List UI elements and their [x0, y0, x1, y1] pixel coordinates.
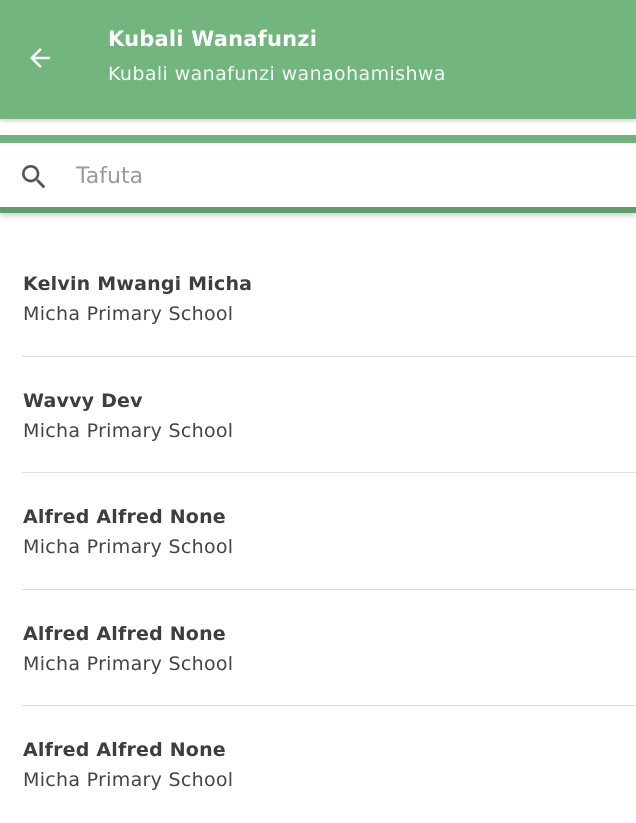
app-bar: Kubali Wanafunzi Kubali wanafunzi wanaoh… — [0, 0, 636, 119]
student-list: Kelvin Mwangi Micha Micha Primary School… — [0, 240, 636, 823]
list-item[interactable]: Kelvin Mwangi Micha Micha Primary School — [0, 240, 636, 357]
student-name: Alfred Alfred None — [23, 622, 226, 645]
list-item[interactable]: Alfred Alfred None Micha Primary School — [0, 590, 636, 706]
list-item[interactable]: Alfred Alfred None Micha Primary School — [0, 473, 636, 590]
list-item[interactable]: Wavvy Dev Micha Primary School — [0, 357, 636, 473]
school-name: Micha Primary School — [23, 769, 234, 791]
search-icon[interactable] — [18, 161, 50, 193]
student-name: Alfred Alfred None — [23, 506, 226, 528]
arrow-left-icon — [30, 48, 50, 68]
student-name: Wavvy Dev — [23, 389, 143, 412]
list-item[interactable]: Alfred Alfred None Micha Primary School — [0, 706, 636, 823]
page-subtitle: Kubali wanafunzi wanaohamishwa — [108, 63, 446, 85]
back-button[interactable] — [14, 32, 66, 84]
student-name: Alfred Alfred None — [23, 739, 226, 761]
school-name: Micha Primary School — [23, 652, 234, 675]
page-title: Kubali Wanafunzi — [108, 27, 318, 51]
student-name: Kelvin Mwangi Micha — [23, 273, 253, 295]
school-name: Micha Primary School — [23, 419, 234, 442]
search-bar — [0, 135, 636, 213]
school-name: Micha Primary School — [23, 536, 234, 558]
school-name: Micha Primary School — [23, 303, 234, 325]
search-input[interactable] — [76, 153, 616, 199]
